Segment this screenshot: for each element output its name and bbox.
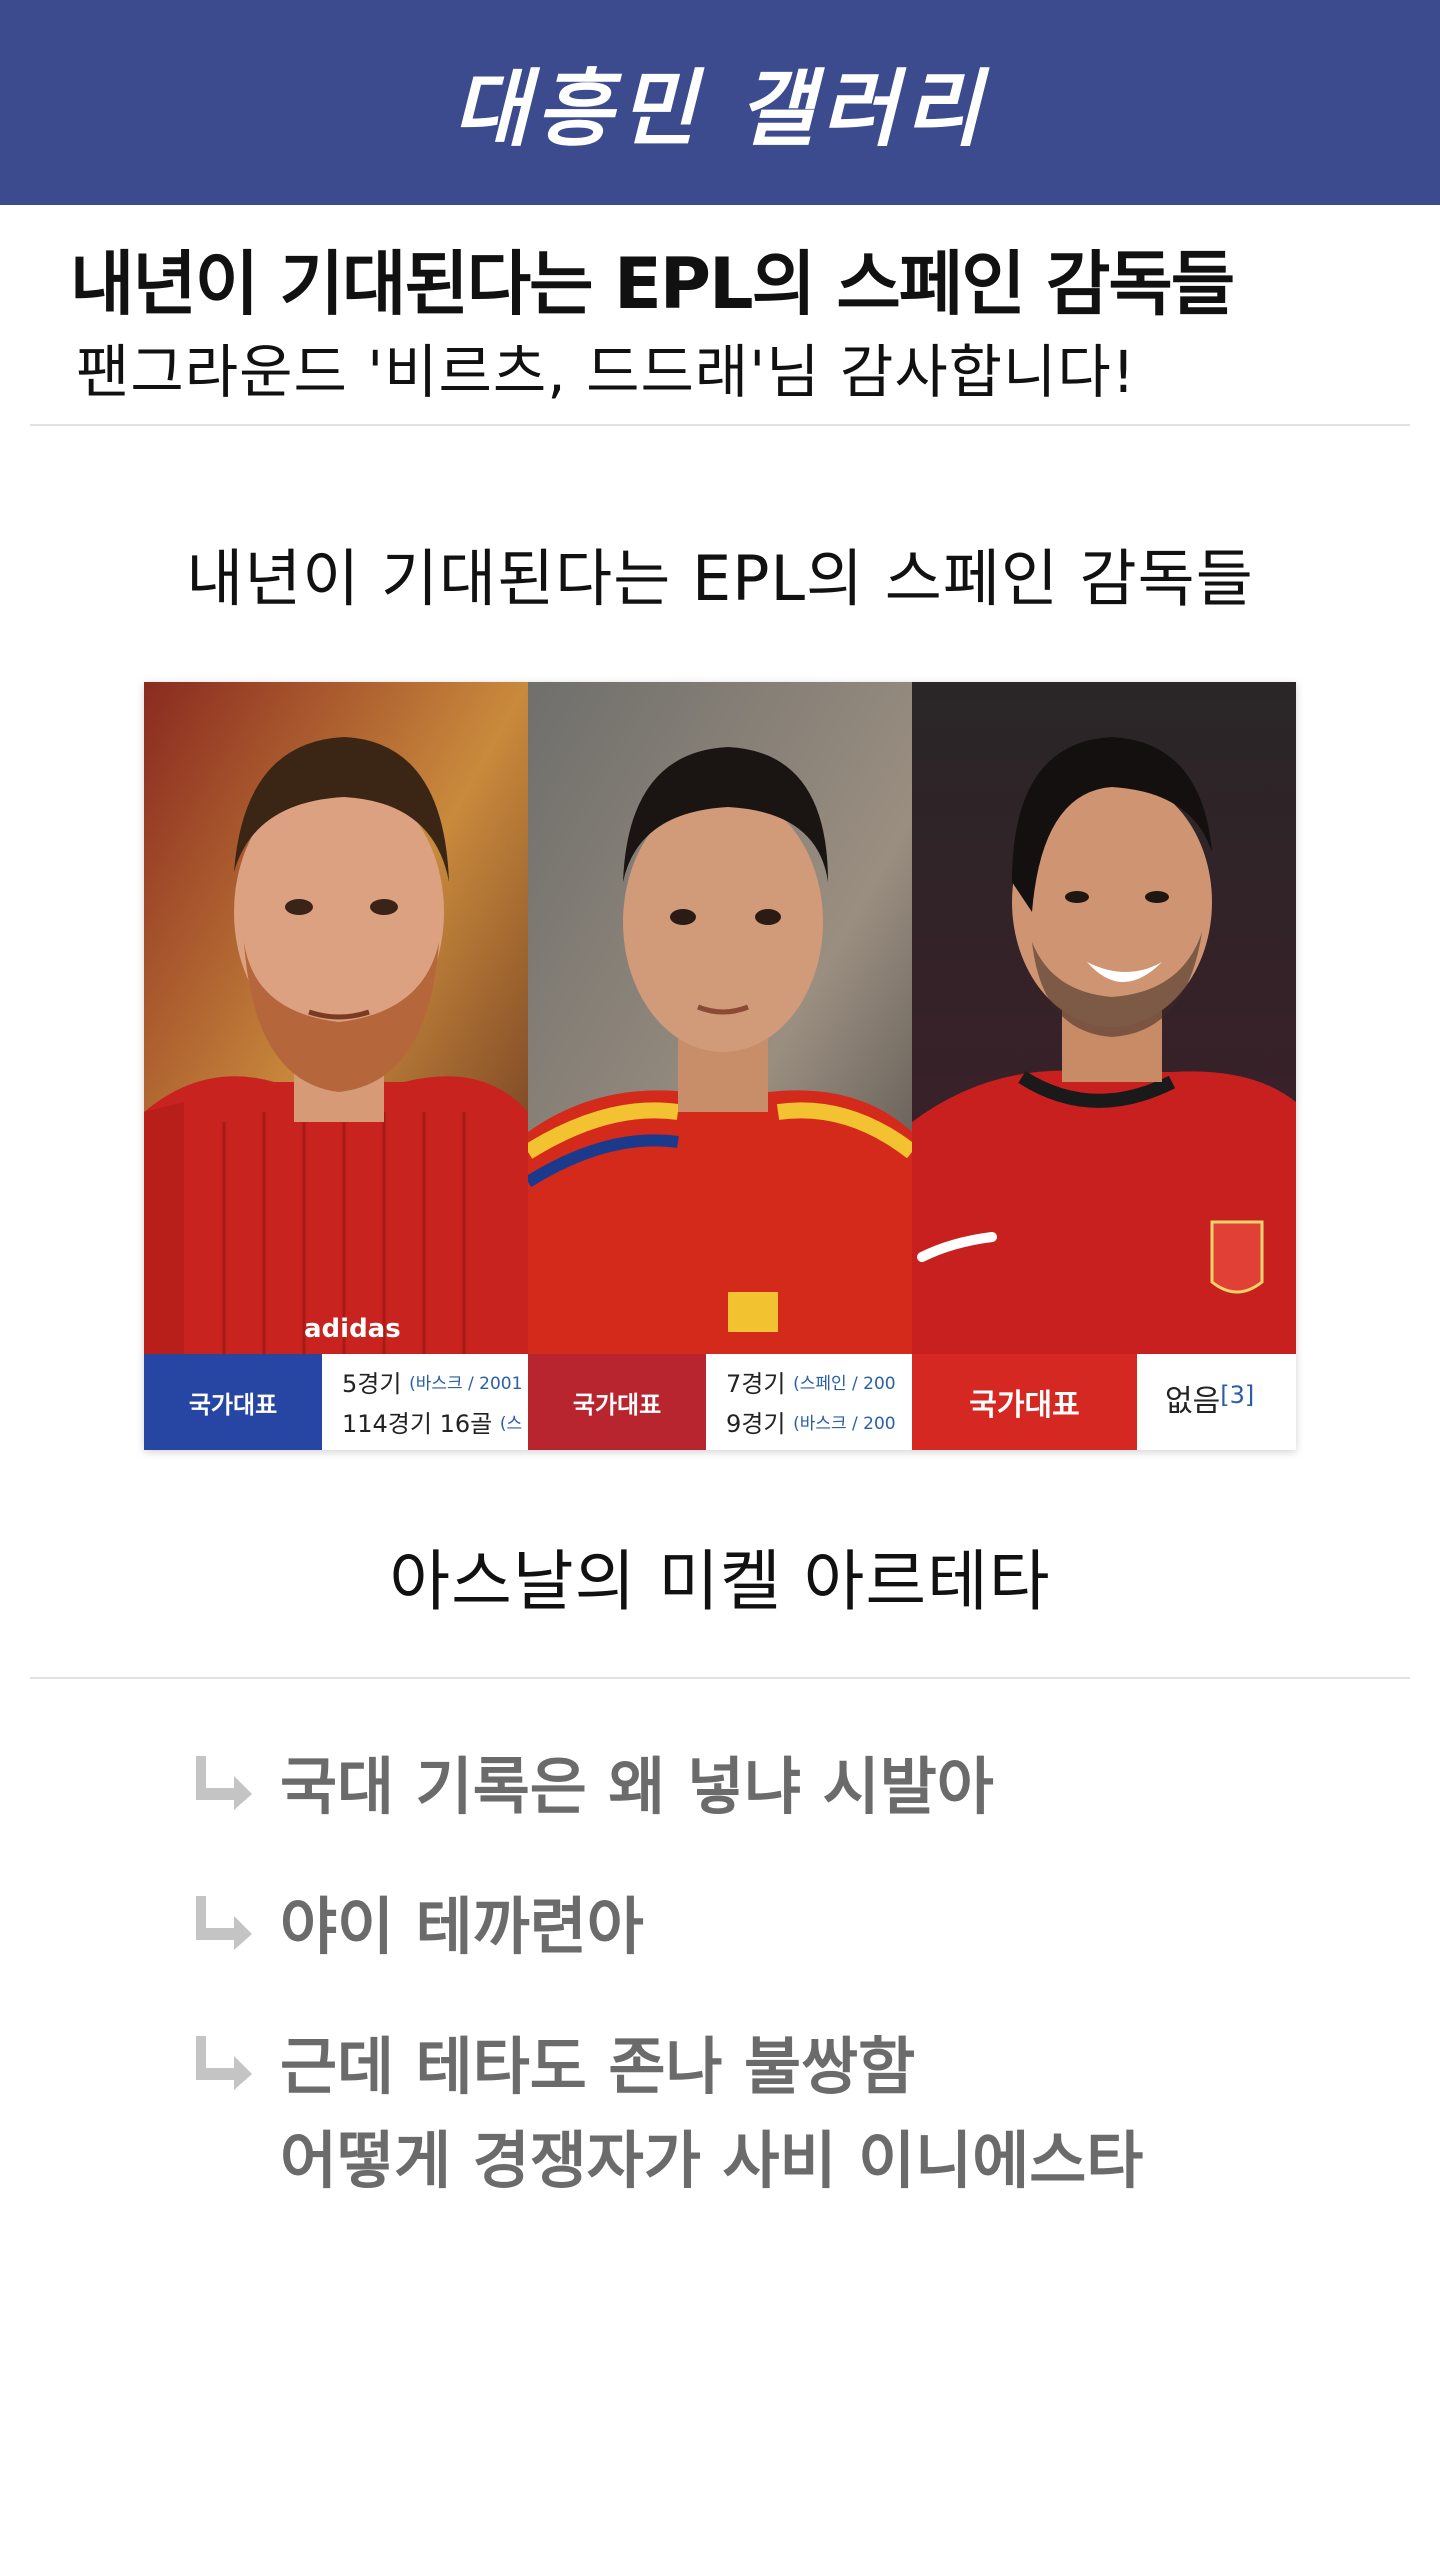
comment-text: 국대 기록은 왜 넣냐 시발아 xyxy=(280,1750,994,1823)
gallery-header: 대흥민 갤러리 xyxy=(0,0,1440,205)
reply-arrow-icon xyxy=(196,1880,280,1954)
divider xyxy=(30,424,1410,426)
manager-photo xyxy=(912,682,1296,1354)
footnote-link[interactable]: [3] xyxy=(1220,1375,1254,1415)
caps-note[interactable]: (바스크 / 2001 xyxy=(409,1374,522,1394)
manager-photo-strip: adidas 국가대표 5경기 (바스크 / 2001 114경기 16골 (스 xyxy=(144,682,1296,1450)
national-team-infobar: 국가대표 없음 [3] xyxy=(912,1354,1296,1450)
manager-card: 국가대표 없음 [3] xyxy=(912,682,1296,1450)
comment-item: 국대 기록은 왜 넣냐 시발아 xyxy=(196,1740,1296,1834)
caps-line: 없음 xyxy=(1165,1384,1221,1419)
manager-card: 국가대표 7경기 (스페인 / 200 9경기 (바스크 / 200 xyxy=(528,682,912,1450)
caps-line: 9경기 xyxy=(726,1410,786,1438)
comment-text: 근데 테타도 존나 불쌍함 어떻게 경쟁자가 사비 이니에스타 xyxy=(280,2030,1144,2197)
caps-stats: 없음 [3] xyxy=(1137,1354,1296,1450)
manager-card: adidas 국가대표 5경기 (바스크 / 2001 114경기 16골 (스 xyxy=(144,682,528,1450)
caps-line: 7경기 xyxy=(726,1370,786,1398)
comment-item: 야이 테까련아 xyxy=(196,1880,1296,1974)
caps-note[interactable]: (스페인 / 200 xyxy=(793,1374,896,1394)
caps-note[interactable]: (스 xyxy=(500,1414,522,1434)
manager-photo: adidas xyxy=(144,682,528,1354)
post-title: 내년이 기대된다는 EPL의 스페인 감독들 xyxy=(70,243,1235,325)
caps-line: 5경기 xyxy=(342,1370,402,1398)
manager-photo xyxy=(528,682,912,1354)
caps-note[interactable]: (바스크 / 200 xyxy=(793,1414,896,1434)
national-team-infobar: 국가대표 7경기 (스페인 / 200 9경기 (바스크 / 200 xyxy=(528,1354,912,1450)
comment-item: 근데 테타도 존나 불쌍함 어떻게 경쟁자가 사비 이니에스타 xyxy=(196,2020,1296,2208)
national-team-badge: 국가대표 xyxy=(912,1354,1137,1450)
national-team-infobar: 국가대표 5경기 (바스크 / 2001 114경기 16골 (스 xyxy=(144,1354,528,1450)
post-subtitle: 팬그라운드 '비르츠, 드드래'님 감사합니다! xyxy=(76,338,1137,406)
caps-stats: 7경기 (스페인 / 200 9경기 (바스크 / 200 xyxy=(706,1354,912,1450)
svg-text:adidas: adidas xyxy=(304,1314,401,1344)
caps-stats: 5경기 (바스크 / 2001 114경기 16골 (스 xyxy=(322,1354,528,1450)
national-team-badge: 국가대표 xyxy=(144,1354,322,1450)
divider xyxy=(30,1677,1410,1679)
gallery-title[interactable]: 대흥민 갤러리 xyxy=(453,42,988,163)
image-caption-top: 내년이 기대된다는 EPL의 스페인 감독들 xyxy=(186,542,1254,615)
caps-line: 114경기 16골 xyxy=(342,1410,493,1438)
national-team-badge: 국가대표 xyxy=(528,1354,706,1450)
comment-text: 야이 테까련아 xyxy=(280,1890,644,1963)
comment-list: 국대 기록은 왜 넣냐 시발아 야이 테까련아 근데 테타도 존나 불쌍함 어떻… xyxy=(196,1740,1296,2254)
reply-arrow-icon xyxy=(196,2020,280,2094)
reply-arrow-icon xyxy=(196,1740,280,1814)
image-caption-mid: 아스날의 미켈 아르테타 xyxy=(389,1543,1051,1620)
